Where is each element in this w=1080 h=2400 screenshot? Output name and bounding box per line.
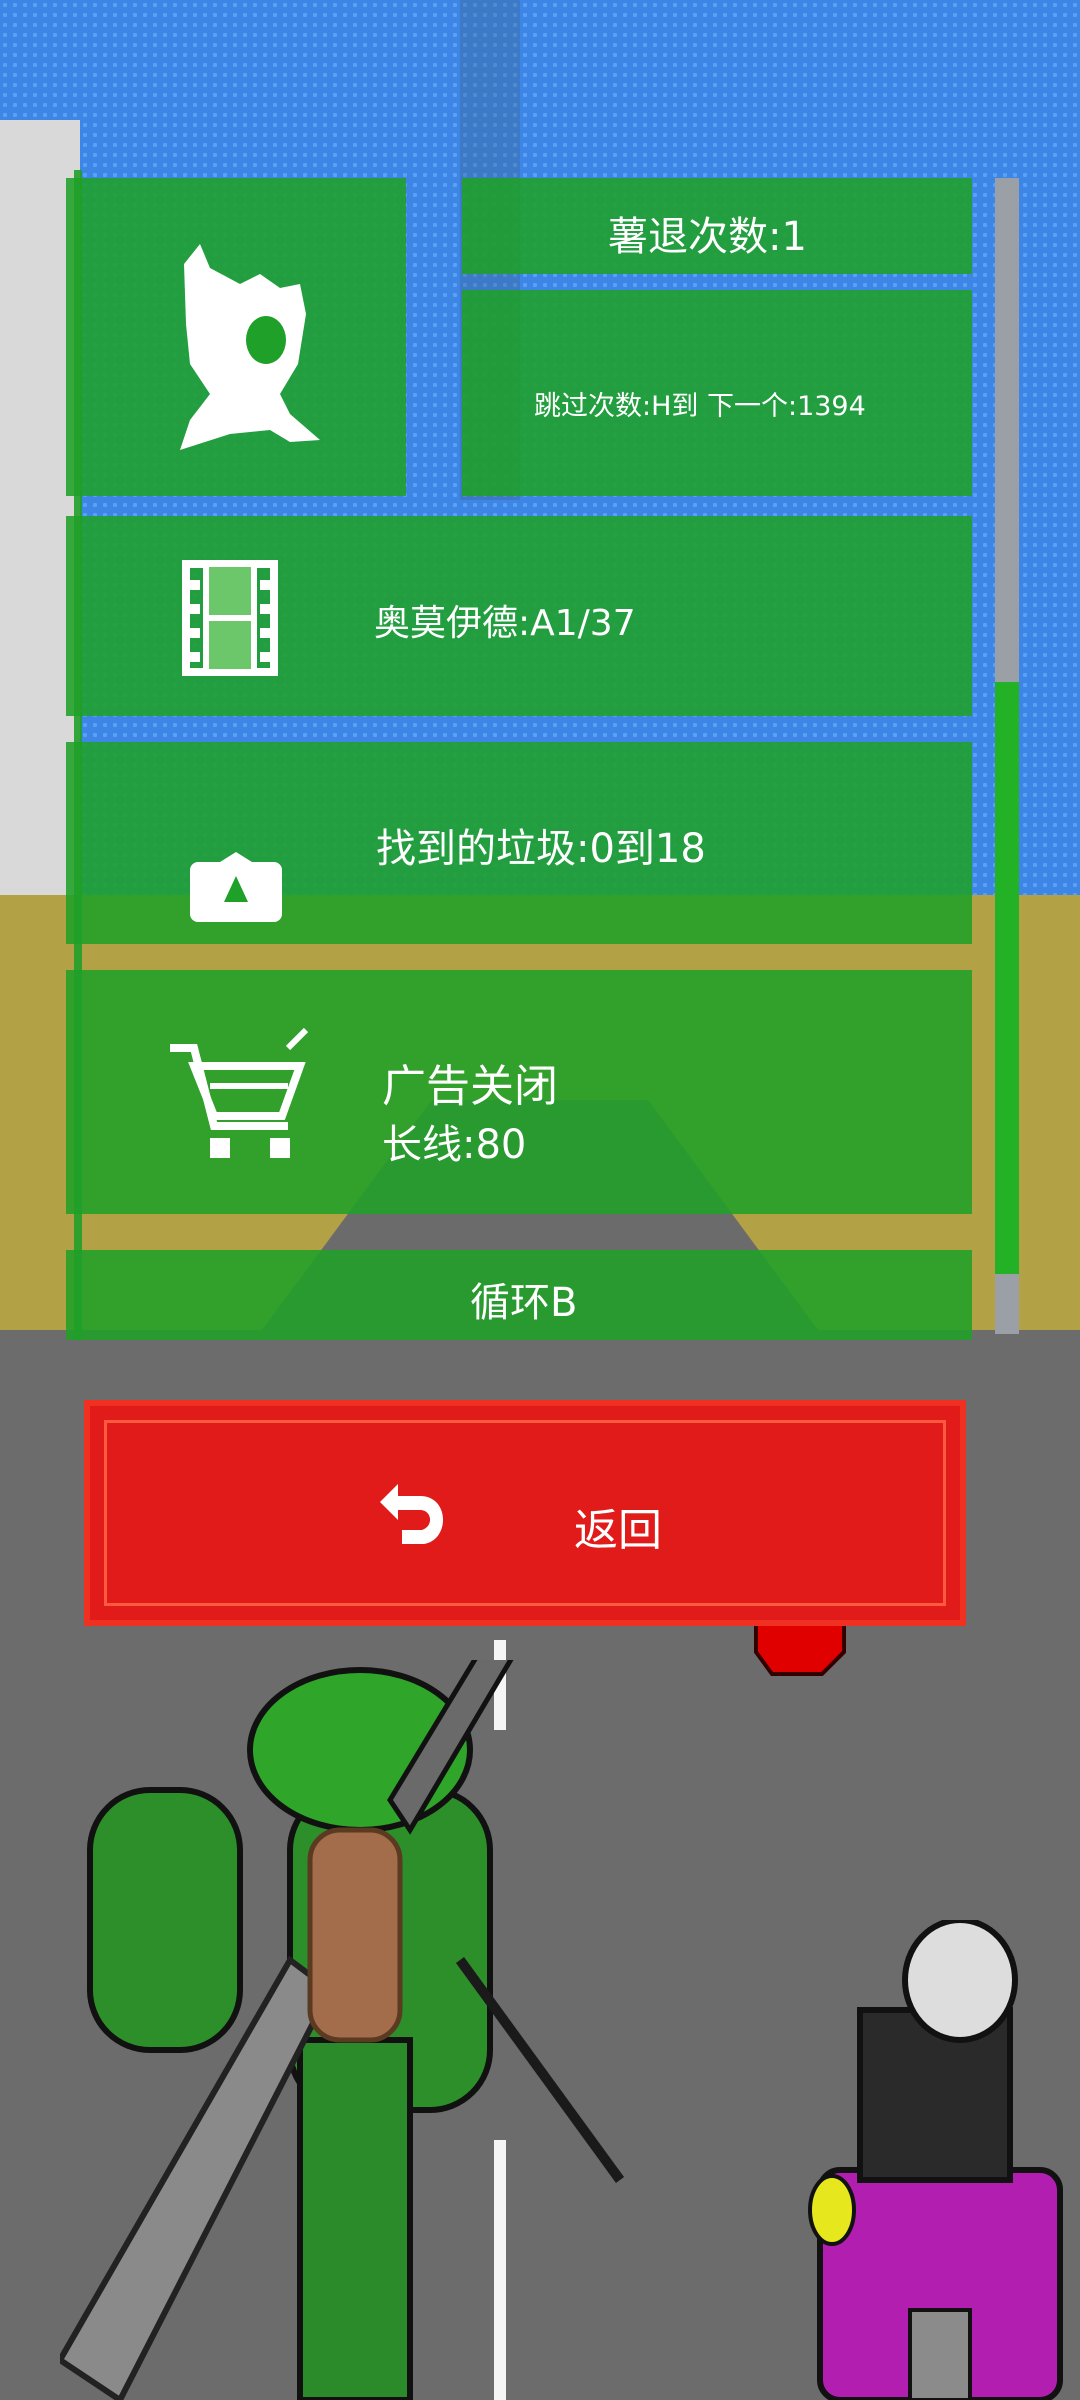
menu-item-loop[interactable]: 循环B (66, 1250, 972, 1340)
menu-item-trash[interactable]: 找到的垃圾:0到18 (66, 742, 972, 944)
cart-icon (170, 1027, 309, 1158)
film-icon (182, 560, 278, 676)
back-button-label: 返回 (574, 1505, 662, 1556)
menu-item-film[interactable]: 奥莫伊德:A1/37 (66, 516, 972, 716)
film-label: 奥莫伊德:A1/37 (374, 603, 636, 644)
shop-label-line1: 广告关闭 (382, 1061, 558, 1112)
soldier-character (60, 1660, 625, 2400)
robot-character (808, 1920, 1063, 2400)
retreat-count-tile: 薯退次数:1 (462, 178, 972, 274)
back-button-frame (104, 1420, 946, 1606)
scrollbar-thumb[interactable] (995, 682, 1019, 1274)
menu-item-shop[interactable]: 广告关闭 长线:80 (66, 970, 972, 1214)
loop-label: 循环B (470, 1280, 578, 1326)
shop-label-line2: 长线:80 (382, 1122, 527, 1168)
trash-label: 找到的垃圾:0到18 (376, 826, 706, 872)
panel-edge (74, 170, 82, 1340)
back-arrow-icon (380, 1484, 444, 1544)
menu-panel: 薯退次数:1 跳过次数:H到 下一个:1394 奥莫伊德:A1/37 找到的垃圾… (66, 170, 976, 1340)
back-button[interactable]: 返回 (84, 1400, 966, 1626)
pet-portrait-tile[interactable] (66, 178, 406, 496)
pet-icon (180, 244, 320, 450)
skip-count-text: 跳过次数:H到 下一个:1394 (534, 391, 866, 422)
retreat-count-text: 薯退次数:1 (608, 214, 807, 260)
skip-count-tile: 跳过次数:H到 下一个:1394 (462, 290, 972, 496)
trash-bin-icon (190, 852, 282, 922)
